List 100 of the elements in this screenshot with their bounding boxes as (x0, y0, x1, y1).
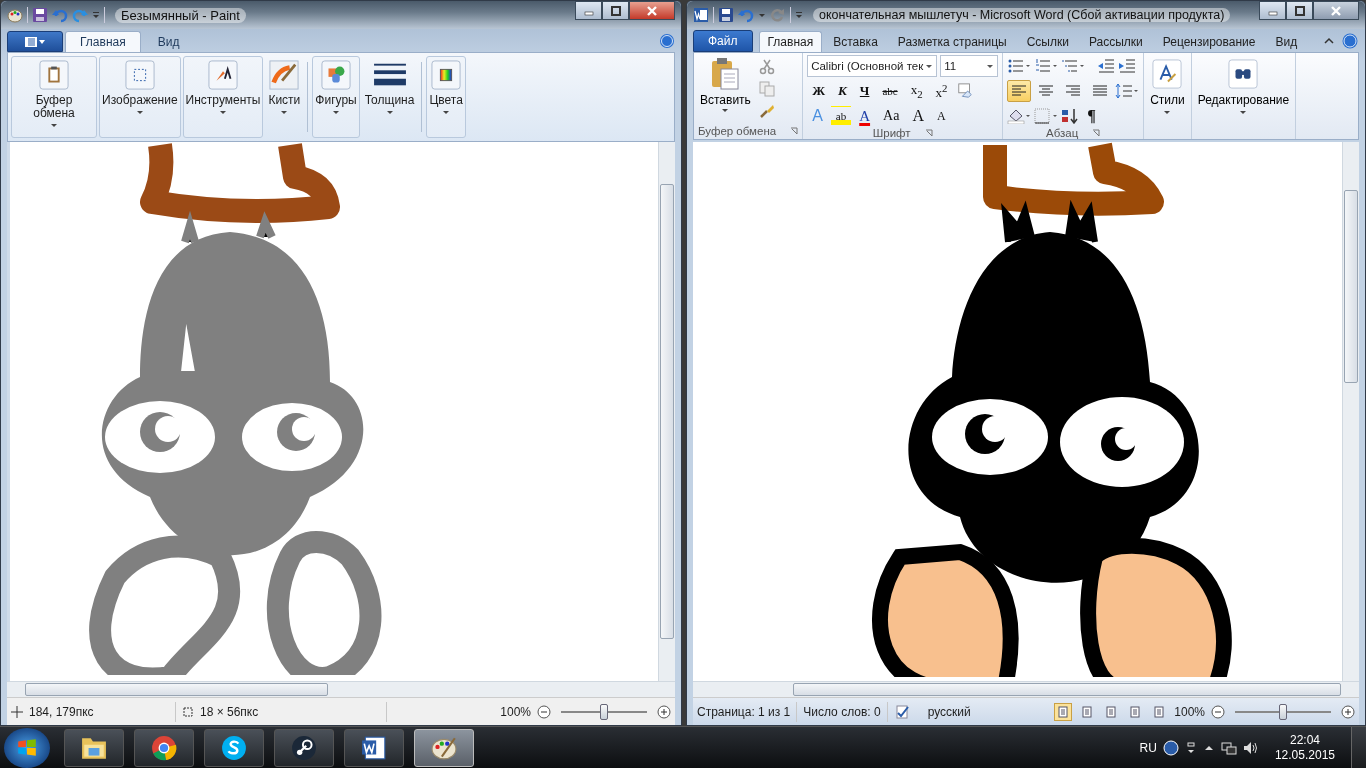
app-menu-button[interactable] (7, 31, 63, 52)
dropdown-icon[interactable] (92, 11, 100, 19)
taskbar-app-button[interactable] (414, 728, 474, 767)
zoom-out-icon[interactable] (537, 704, 551, 719)
format-button[interactable]: A (907, 106, 929, 126)
repeat-icon[interactable] (770, 7, 786, 23)
ribbon-group-button[interactable]: Изображение (99, 56, 181, 138)
ribbon-group-button[interactable]: Кисти (265, 56, 304, 138)
view-button[interactable] (1054, 702, 1073, 721)
redo-icon[interactable] (72, 7, 88, 23)
format-button[interactable]: К (833, 81, 852, 101)
cut-icon[interactable] (758, 59, 775, 75)
language-bar-icon[interactable] (1184, 741, 1197, 754)
ribbon-group-button[interactable]: Фигуры (312, 56, 360, 138)
group-label: Шрифт (872, 127, 911, 139)
ribbon-tab[interactable]: Вставка (824, 31, 887, 52)
cursor-position: 184, 179пкс (29, 704, 95, 719)
align-button[interactable] (1007, 80, 1032, 102)
taskbar-app-button[interactable] (344, 728, 404, 767)
paint-bucket-icon[interactable] (1007, 108, 1032, 124)
input-language[interactable]: RU (1139, 740, 1157, 755)
increase-indent-icon[interactable] (1118, 58, 1137, 74)
proofing-icon[interactable] (893, 703, 910, 720)
format-button[interactable]: ab (830, 106, 852, 126)
ribbon-group-button[interactable]: Буфер обмена (11, 56, 97, 138)
ribbon-group-button[interactable]: Цвета (426, 56, 466, 138)
ribbon-group-button[interactable]: Инструменты (182, 56, 264, 138)
ribbon-tab[interactable]: Вид (1266, 31, 1307, 52)
vertical-scrollbar[interactable] (1342, 142, 1359, 681)
format-button[interactable]: A (931, 106, 951, 126)
dropdown-icon[interactable] (795, 11, 803, 19)
file-tab[interactable]: Файл (693, 30, 753, 52)
window-title: окончательная мышлетуч - Microsoft Word (Сбой активации продукта) (813, 8, 1231, 22)
zoom-level[interactable]: 100% (1174, 704, 1205, 719)
start-button[interactable] (4, 727, 50, 768)
font-size-field[interactable]: 11 (940, 55, 999, 77)
ribbon-group-button[interactable]: Толщина (361, 56, 418, 138)
page-icon (1057, 705, 1070, 718)
dropdown-icon[interactable] (758, 11, 766, 19)
numbered-list-icon[interactable] (1034, 58, 1059, 74)
clock-date[interactable]: 12.05.2015 (1274, 747, 1335, 763)
multilevel-list-icon[interactable] (1061, 58, 1086, 74)
format-button[interactable]: A (854, 106, 876, 126)
zoom-in-icon[interactable] (1341, 704, 1355, 719)
close-button[interactable] (629, 1, 675, 20)
format-button[interactable]: x$_{2}$ (905, 81, 928, 101)
ribbon-tab[interactable]: Главная (65, 31, 141, 52)
maximize-button[interactable] (602, 1, 629, 20)
taskbar-app-button[interactable] (64, 728, 124, 767)
ribbon-tab[interactable]: Разметка страницы (888, 31, 1016, 52)
dialog-launcher-icon[interactable] (1092, 129, 1101, 137)
dialog-launcher-icon[interactable] (924, 129, 933, 137)
clock-time[interactable]: 22:04 (1289, 732, 1320, 748)
show-desktop-button[interactable] (1351, 727, 1366, 768)
caret-icon (1240, 111, 1247, 115)
help-icon[interactable] (1162, 739, 1179, 756)
ribbon-tab[interactable]: Рецензирование (1153, 31, 1265, 52)
horizontal-scrollbar[interactable] (7, 681, 675, 697)
zoom-in-icon[interactable] (657, 704, 671, 719)
document-icon[interactable] (693, 7, 709, 23)
close-button[interactable] (1313, 1, 1359, 20)
brush-icon[interactable] (758, 103, 775, 119)
save-icon[interactable] (32, 7, 48, 23)
taskbar-app-button[interactable] (134, 728, 194, 767)
editing-button[interactable]: Редактирование (1195, 55, 1292, 139)
vertical-scrollbar[interactable] (658, 142, 675, 681)
ribbon-tab[interactable]: Вид (142, 31, 195, 52)
save-icon[interactable] (718, 7, 734, 23)
line-spacing-icon[interactable] (1115, 83, 1140, 99)
taskbar-app-button[interactable] (204, 728, 264, 767)
ribbon-tab[interactable]: Рассылки (1079, 31, 1152, 52)
maximize-button[interactable] (1286, 1, 1313, 20)
format-button[interactable]: Ч (854, 81, 875, 101)
styles-button[interactable]: Стили (1148, 55, 1187, 139)
decrease-indent-icon[interactable] (1097, 58, 1116, 74)
page-count[interactable]: Страница: 1 из 1 (697, 704, 791, 719)
palette-icon[interactable] (7, 7, 23, 23)
selection-size-icon (182, 705, 194, 718)
horizontal-scrollbar[interactable] (693, 681, 1359, 697)
minimize-button[interactable] (575, 1, 602, 20)
format-button[interactable]: Aa (878, 106, 905, 126)
taskbar-app-button[interactable] (274, 728, 334, 767)
dialog-launcher-icon[interactable] (790, 127, 799, 135)
borders-icon[interactable] (1034, 108, 1059, 124)
paste-button[interactable]: Вставить (698, 55, 753, 123)
eraser-icon[interactable] (955, 83, 974, 99)
word-count[interactable]: Число слов: 0 (803, 704, 881, 719)
sort-icon[interactable] (1061, 108, 1080, 124)
minimize-button[interactable] (1259, 1, 1286, 20)
format-button[interactable]: abc (877, 81, 903, 101)
format-button[interactable]: x$^{2}$ (930, 81, 953, 101)
ribbon-tab[interactable]: Главная (758, 31, 823, 52)
language[interactable]: русский (927, 704, 971, 719)
font-name-field[interactable]: Calibri (Основной тек (807, 55, 938, 77)
format-button[interactable]: Ж (807, 81, 830, 101)
ribbon-tab[interactable]: Ссылки (1017, 31, 1078, 52)
bullet-list-icon[interactable] (1007, 58, 1032, 74)
show-marks-button[interactable]: ¶ (1082, 106, 1101, 126)
zoom-out-icon[interactable] (1211, 704, 1225, 719)
network-icon[interactable] (1220, 739, 1237, 756)
